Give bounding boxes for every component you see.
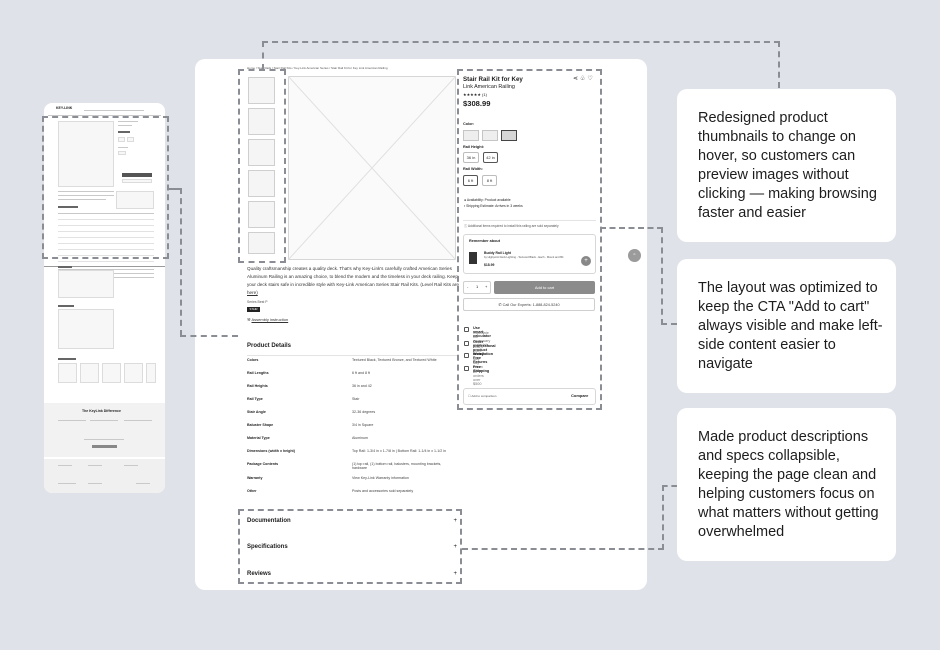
spec-value: (1) top rail, (1) bottom rail, balusters…	[352, 462, 442, 470]
spec-key: Rail Lengths	[247, 371, 269, 375]
mobile-highlight	[42, 116, 169, 259]
accordion-documentation[interactable]: Documentation +	[247, 518, 457, 524]
rating-stars[interactable]: ★★★★★ (1)	[463, 92, 487, 97]
description-line: your deck stairs safe in incredible styl…	[247, 282, 459, 287]
rail-width-option[interactable]: 8 ft	[482, 175, 497, 186]
mobile-compare-title: The KeyLink Difference	[82, 409, 121, 413]
spec-value: 32-36 degrees	[352, 410, 376, 414]
rail-height-label: Rail Height:	[463, 145, 485, 149]
spec-row: Rail Heights 36 in and 42	[247, 380, 457, 393]
qty-plus[interactable]: +	[485, 284, 487, 289]
accordion-specifications[interactable]: Specifications +	[247, 544, 457, 550]
spec-value[interactable]: View Key-Link Warranty information	[352, 476, 409, 480]
description-line[interactable]: here)	[247, 290, 258, 295]
spec-key: Other	[247, 489, 257, 493]
spec-row: Warranty View Key-Link Warranty informati…	[247, 472, 457, 485]
spec-key: Dimensions (width x height)	[247, 449, 295, 453]
qty-minus[interactable]: -	[467, 284, 468, 289]
compare-link[interactable]: Compare	[571, 393, 588, 398]
product-price: $308.99	[463, 99, 491, 108]
spec-value: Aluminum	[352, 436, 368, 440]
series-badge: STAIR	[247, 307, 260, 312]
plus-icon: +	[453, 518, 457, 524]
spec-row: Rail Lengths 6 ft and 8 ft	[247, 367, 457, 380]
accessory-image[interactable]	[469, 252, 477, 264]
spec-value: Stair	[352, 397, 360, 401]
color-swatch-selected[interactable]	[501, 130, 517, 141]
plus-icon: +	[453, 544, 457, 550]
product-actions: ⋖♧♡	[573, 76, 595, 83]
spec-row: Stair Angle 32-36 degrees	[247, 406, 457, 419]
spec-value: 6 ft and 8 ft	[352, 371, 370, 375]
product-title: Stair Rail Kit for Key	[463, 76, 523, 83]
color-swatch[interactable]	[482, 130, 498, 141]
spec-key: Package Contents	[247, 462, 279, 466]
accessory-desc: by Highpoint Deck Lighting - Textured Bl…	[484, 256, 564, 259]
additional-items-note: ⓘ Additional items required to install t…	[464, 224, 559, 228]
spec-key: Rail Type	[247, 397, 263, 401]
spec-row: Package Contents (1) top rail, (1) bottom…	[247, 458, 457, 471]
spec-key: Colors	[247, 358, 259, 362]
accessory-price: $18.99	[484, 263, 495, 267]
series-badge-label: Series Best P	[247, 300, 268, 304]
spec-value: Textured Black, Textured Bronze, and Tex…	[352, 358, 437, 362]
color-swatch[interactable]	[463, 130, 479, 141]
tools-icon	[464, 341, 469, 346]
assembly-instruction-link[interactable]: ⚒ Assembly instruction	[247, 317, 288, 322]
rail-height-option[interactable]: 36 in	[463, 152, 479, 163]
rail-height-option-selected[interactable]: 42 in	[483, 152, 498, 163]
qty-value[interactable]: 1	[476, 284, 478, 289]
rail-width-label: Rail Width:	[463, 167, 483, 171]
callout-thumbnails: Redesigned product thumbnails to change …	[677, 89, 896, 242]
calculator-icon	[464, 327, 469, 332]
callout-collapsible: Made product descriptions and specs coll…	[677, 408, 896, 561]
share-icon[interactable]: ⋖	[573, 76, 580, 82]
shipping-estimate: ▪ Shipping Estimate: Arrives in 3 weeks	[464, 204, 523, 208]
availability: ● Availability: Product available	[464, 198, 511, 202]
spec-key: Baluster Shape	[247, 423, 274, 427]
spec-value: 36 in and 42	[352, 384, 372, 388]
truck-icon	[464, 366, 469, 371]
spec-key: Stair Angle	[247, 410, 266, 414]
add-to-comparison[interactable]: ☐ Add to comparison	[468, 394, 496, 398]
mobile-brand: KEY-LINK	[56, 106, 73, 110]
spec-row: Other Posts and accessories sold separate…	[247, 485, 457, 498]
call-experts-button[interactable]: ✆ Call Our Experts: 1-888-824-5240	[463, 298, 595, 311]
heart-icon[interactable]: ♡	[587, 76, 594, 82]
spec-key: Rail Heights	[247, 384, 268, 388]
rail-width-option-selected[interactable]: 6 ft	[463, 175, 478, 186]
spec-row: Dimensions (width x height) Top Rail: 1-3…	[247, 445, 457, 458]
product-details-heading: Product Details	[247, 343, 292, 349]
callout-sticky-cta: The layout was optimized to keep the CTA…	[677, 259, 896, 393]
thumbnails-highlight	[238, 69, 286, 263]
add-accessory-button[interactable]: +	[581, 256, 591, 266]
spec-row: Rail Type Stair	[247, 393, 457, 406]
return-icon	[464, 353, 469, 358]
plus-icon: +	[453, 571, 457, 577]
spec-key: Warranty	[247, 476, 263, 480]
spec-value: Posts and accessories sold separately	[352, 489, 414, 493]
add-to-cart-button[interactable]: Add to cart	[494, 281, 595, 294]
accordion-reviews[interactable]: Reviews +	[247, 571, 457, 577]
remember-title: Remember about	[469, 239, 501, 243]
product-subtitle: Link American Railing	[463, 84, 515, 90]
color-label: Color:	[463, 122, 475, 126]
spec-row: Baluster Shape 3/4 in Square	[247, 419, 457, 432]
spec-row: Material Type Aluminum	[247, 432, 457, 445]
spec-row: Colors Textured Black, Textured Bronze, a…	[247, 354, 457, 367]
spec-value: 3/4 in Square	[352, 423, 374, 427]
spec-key: Material Type	[247, 436, 270, 440]
description-line: Aluminum Railing is an amazing choice, t…	[247, 274, 458, 279]
main-product-image[interactable]	[288, 76, 456, 260]
chat-icon[interactable]: ▫	[628, 249, 641, 262]
spec-value: Top Rail: 1-3/4 in x 1-7/8 in | Bottom R…	[352, 449, 447, 453]
description-line: Quality craftsmanship creates a quality …	[247, 266, 452, 271]
